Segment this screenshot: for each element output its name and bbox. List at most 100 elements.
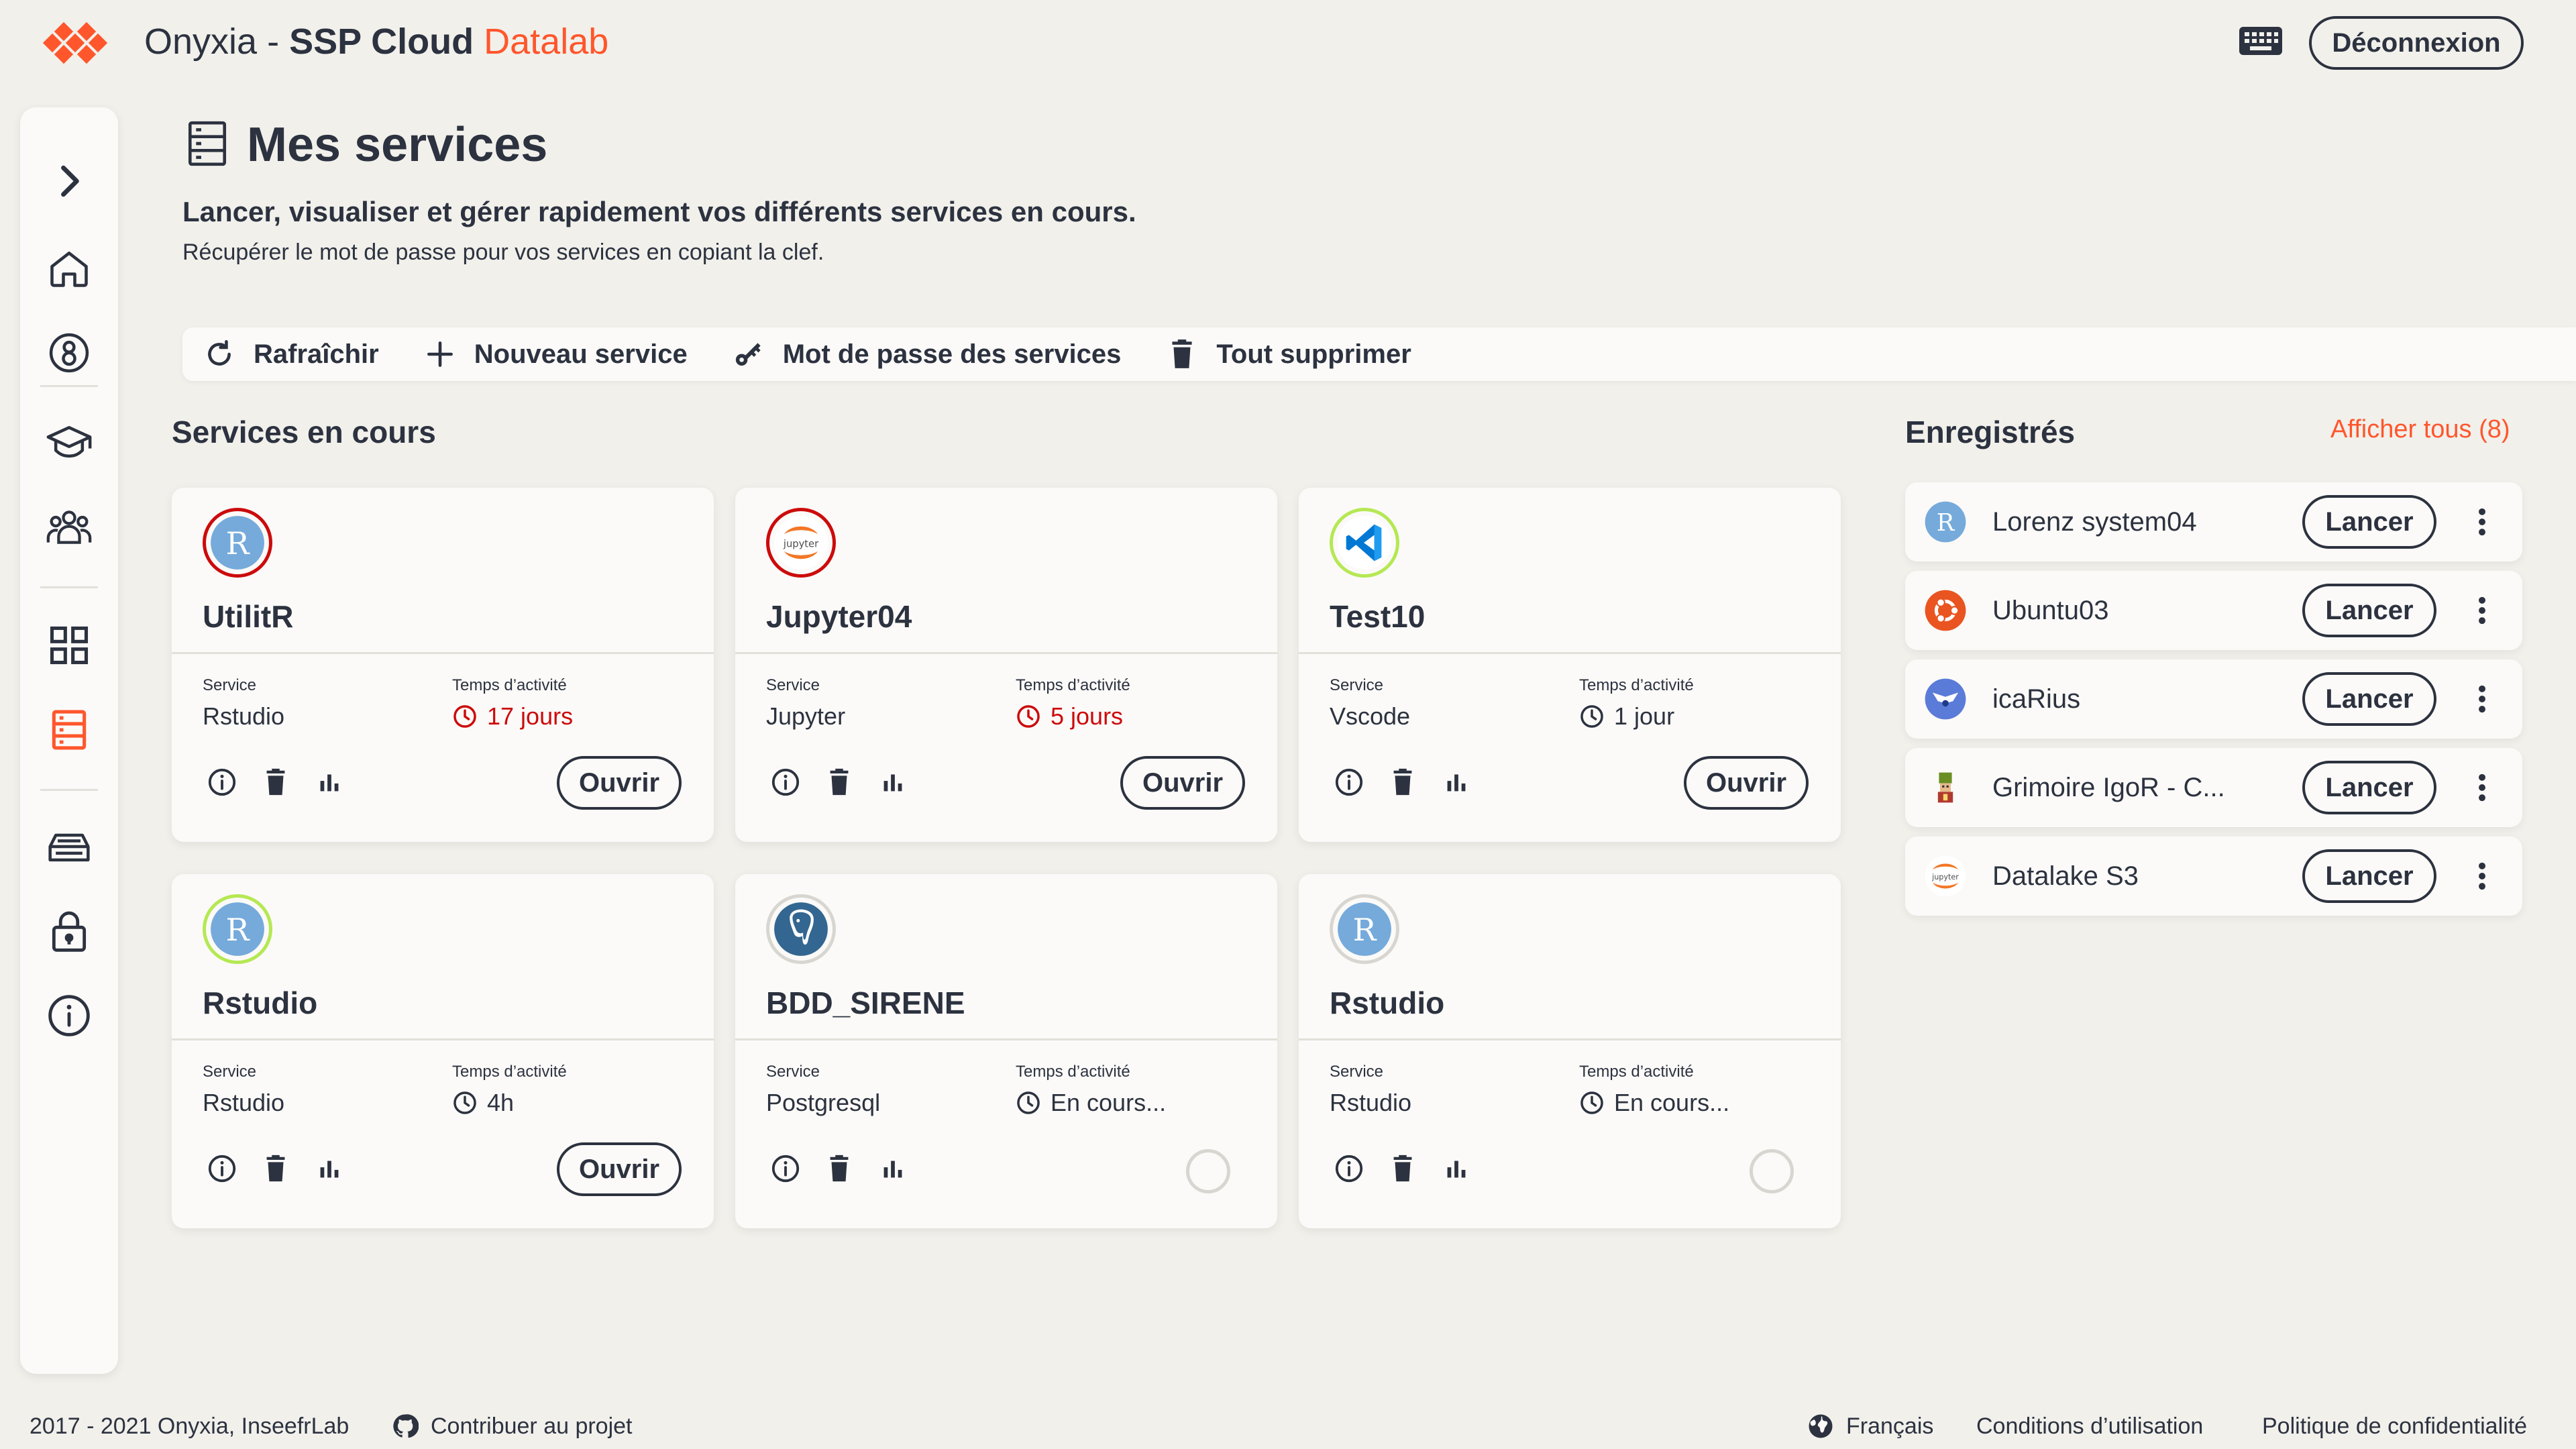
onyxia-logo-icon[interactable] <box>42 20 109 67</box>
language-selector[interactable]: Français <box>1807 1411 1933 1441</box>
saved-service-row[interactable]: R Lorenz system04 Lancer <box>1905 482 2522 561</box>
trash-icon[interactable] <box>256 763 295 802</box>
uptime-label: Temps d’activité <box>452 1063 567 1081</box>
trash-icon[interactable] <box>820 1149 859 1188</box>
files-tray-icon[interactable] <box>42 820 96 873</box>
more-options-icon[interactable] <box>2462 590 2502 631</box>
service-card-name: UtilitR <box>203 599 294 634</box>
saved-service-row[interactable]: jupyter Datalake S3 Lancer <box>1905 837 2522 916</box>
uptime-label: Temps d’activité <box>1016 676 1130 694</box>
logout-button[interactable]: Déconnexion <box>2309 16 2524 70</box>
uptime-text: 1 jour <box>1614 702 1675 730</box>
monitoring-icon[interactable] <box>873 1149 912 1188</box>
home-icon[interactable] <box>42 241 96 295</box>
page-help-text: Récupérer le mot de passe pour vos servi… <box>182 239 824 265</box>
monitoring-icon[interactable] <box>1437 763 1476 802</box>
lock-icon[interactable] <box>42 904 96 958</box>
launch-button[interactable]: Lancer <box>2302 761 2436 814</box>
service-card-name: BDD_SIRENE <box>766 985 965 1020</box>
trash-icon[interactable] <box>820 763 859 802</box>
saved-service-row[interactable]: Grimoire IgoR - C... Lancer <box>1905 748 2522 827</box>
info-icon[interactable] <box>1330 763 1368 802</box>
delete-all-button[interactable]: Tout supprimer <box>1165 337 1411 371</box>
monitoring-icon[interactable] <box>873 763 912 802</box>
trash-icon[interactable] <box>1383 1149 1422 1188</box>
saved-service-name: Lorenz system04 <box>1992 507 2197 537</box>
app-title[interactable]: Onyxia - SSP Cloud Datalab <box>144 20 608 63</box>
saved-service-row[interactable]: Ubuntu03 Lancer <box>1905 571 2522 650</box>
svg-text:R: R <box>226 912 250 948</box>
service-card: R UtilitR Service Temps d’activité Rstudio 17… <box>172 488 714 842</box>
my-services-icon[interactable] <box>42 703 96 757</box>
monitoring-icon[interactable] <box>1437 1149 1476 1188</box>
open-service-button[interactable]: Ouvrir <box>557 756 682 810</box>
more-options-icon[interactable] <box>2462 767 2502 808</box>
trash-icon[interactable] <box>1383 763 1422 802</box>
app-accent: Datalab <box>484 21 609 62</box>
uptime-value: 4h <box>452 1087 514 1118</box>
globe-icon <box>1809 1414 1833 1438</box>
nav-separator <box>40 586 98 588</box>
terms-link[interactable]: Conditions d’utilisation <box>1976 1411 2203 1441</box>
info-icon[interactable] <box>203 763 241 802</box>
svg-text:R: R <box>1353 912 1377 948</box>
card-divider <box>735 652 1277 654</box>
uptime-value: 1 jour <box>1579 701 1674 732</box>
catalog-grid-icon[interactable] <box>42 619 96 672</box>
service-card-name: Jupyter04 <box>766 599 912 634</box>
clock-icon <box>1580 705 1603 728</box>
info-icon[interactable] <box>1330 1149 1368 1188</box>
keyboard-icon[interactable] <box>2238 24 2284 58</box>
service-card-name: Rstudio <box>1330 985 1445 1020</box>
launch-button[interactable]: Lancer <box>2302 584 2436 637</box>
saved-services-title: Enregistrés <box>1905 415 2076 449</box>
running-services-title: Services en cours <box>172 415 436 449</box>
more-options-icon[interactable] <box>2462 679 2502 719</box>
open-service-button[interactable]: Ouvrir <box>1120 756 1245 810</box>
uptime-label: Temps d’activité <box>452 676 567 694</box>
info-icon[interactable] <box>203 1149 241 1188</box>
service-card: R Rstudio Service Temps d’activité Rstudio En… <box>1299 874 1841 1228</box>
contribute-link[interactable]: Contribuer au projet <box>392 1411 633 1441</box>
rstudio-logo-icon: R <box>1924 500 1967 543</box>
refresh-button[interactable]: Rafraîchir <box>203 337 379 371</box>
refresh-label: Rafraîchir <box>254 339 379 369</box>
more-options-icon[interactable] <box>2462 502 2502 542</box>
left-nav <box>20 107 118 1374</box>
saved-service-row[interactable]: icaRius Lancer <box>1905 659 2522 739</box>
service-type-value: Rstudio <box>203 702 285 730</box>
more-options-icon[interactable] <box>2462 856 2502 896</box>
card-divider <box>172 1038 714 1040</box>
community-icon[interactable] <box>42 500 96 554</box>
open-service-button[interactable]: Ouvrir <box>1684 756 1809 810</box>
open-service-button[interactable]: Ouvrir <box>557 1142 682 1196</box>
card-divider <box>1299 1038 1841 1040</box>
github-icon <box>393 1414 419 1438</box>
uptime-label: Temps d’activité <box>1579 676 1694 694</box>
launch-button[interactable]: Lancer <box>2302 672 2436 726</box>
info-icon[interactable] <box>42 989 96 1042</box>
grimoire-logo-icon <box>1924 766 1967 809</box>
my-services-icon <box>188 121 227 166</box>
info-icon[interactable] <box>766 1149 805 1188</box>
monitoring-icon[interactable] <box>310 1149 349 1188</box>
uptime-text: 5 jours <box>1051 702 1124 730</box>
service-card: jupyter Jupyter04 Service Temps d’activité J… <box>735 488 1277 842</box>
new-service-button[interactable]: Nouveau service <box>423 337 688 371</box>
trash-icon[interactable] <box>256 1149 295 1188</box>
show-all-link[interactable]: Afficher tous (8) <box>2330 412 2510 447</box>
services-toolbar: Rafraîchir Nouveau service Mot de passe … <box>182 327 2576 381</box>
account-icon[interactable] <box>42 326 96 380</box>
launch-button[interactable]: Lancer <box>2302 849 2436 903</box>
uptime-value: 5 jours <box>1016 701 1123 732</box>
launch-button[interactable]: Lancer <box>2302 495 2436 549</box>
info-icon[interactable] <box>766 763 805 802</box>
uptime-text: 4h <box>487 1089 515 1116</box>
service-type-value: Postgresql <box>766 1089 881 1116</box>
graduation-cap-icon[interactable] <box>42 416 96 470</box>
chevron-right-icon[interactable] <box>42 154 96 208</box>
nav-separator <box>40 385 98 387</box>
monitoring-icon[interactable] <box>310 763 349 802</box>
privacy-link[interactable]: Politique de confidentialité <box>2262 1411 2527 1441</box>
service-password-button[interactable]: Mot de passe des services <box>732 337 1121 371</box>
